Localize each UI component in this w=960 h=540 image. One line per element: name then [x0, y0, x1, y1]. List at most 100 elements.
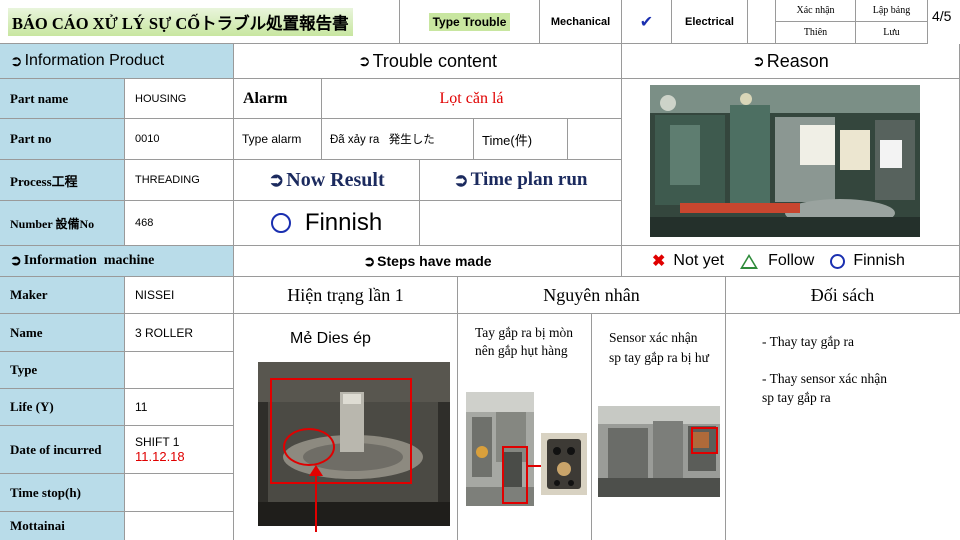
time-label: Time(件): [474, 119, 568, 160]
current-state-header: Hiện trạng lần 1: [234, 277, 458, 314]
type-alarm-label: Type alarm: [234, 119, 322, 160]
mottainai-label: Mottainai: [0, 512, 125, 540]
time-stop-label: Time stop(h): [0, 474, 125, 512]
cross-icon: ✖: [652, 253, 666, 270]
alarm-value: Lọt cǎn lá: [322, 79, 622, 119]
machine-photo-svg: [650, 85, 920, 237]
mottainai-value: [125, 512, 234, 540]
number-label: Number 設備No: [0, 201, 125, 246]
life-value: 11: [125, 389, 234, 426]
measure-2: - Thay sensor xác nhận sp tay gắp ra: [762, 371, 887, 405]
report-title: BÁO CÁO XỬ LÝ SỰ CỐトラブル処置報告書: [0, 0, 400, 44]
type-trouble-label: Type Trouble: [428, 12, 511, 31]
type-trouble-cell: Type Trouble: [400, 0, 540, 44]
highlight-circle: [283, 428, 335, 466]
legend-finnish: Finnish: [853, 252, 905, 269]
arrow-right-icon: ➲: [363, 252, 376, 269]
process-value: THREADING: [125, 160, 234, 201]
machine-photo: [650, 85, 920, 237]
mechanical-cell: Mechanical: [540, 0, 622, 44]
date-value: SHIFT 1 11.12.18: [125, 426, 234, 474]
created-name-text: Lưu: [883, 27, 900, 38]
type-value: [125, 352, 234, 389]
created-name: Lưu: [856, 22, 928, 44]
measure-1: - Thay tay gắp ra: [762, 334, 854, 349]
time-value: [568, 119, 622, 160]
time-plan-header: ➲ Time plan run: [420, 160, 622, 201]
steps-header: ➲ Steps have made: [234, 246, 622, 277]
triangle-icon: [740, 253, 759, 269]
process-label: Process工程: [0, 160, 125, 201]
created-label: Lập bảng: [856, 0, 928, 22]
incurred-date: 11.12.18: [135, 449, 185, 464]
current-state-text: Mẻ Dies ép: [290, 330, 371, 347]
confirm-name-text: Thiên: [803, 27, 828, 38]
confirm-label-text: Xác nhận: [796, 5, 835, 16]
part-name-value: HOUSING: [125, 79, 234, 119]
now-result-title: Now Result: [286, 168, 385, 191]
highlight-box: [270, 378, 412, 484]
cause-1-text: Tay gắp ra bị mòn nên gắp hụt hàng: [475, 325, 574, 358]
cause-2-text: Sensor xác nhận sp tay gắp ra bị hư: [609, 330, 709, 365]
occurred-label: Đã xảy ra 発生した: [322, 119, 474, 160]
electrical-label: Electrical: [685, 15, 734, 28]
maker-label: Maker: [0, 277, 125, 314]
info-product-title: Information Product: [24, 52, 165, 69]
trouble-content-title: Trouble content: [372, 50, 497, 71]
now-result-header: ➲ Now Result: [234, 160, 420, 201]
confirm-label: Xác nhận: [776, 0, 856, 22]
info-product-header: ➲ Information Product: [0, 44, 234, 79]
arrow-right-icon: ➲: [752, 53, 765, 70]
time-plan-value: [420, 201, 622, 246]
arrow-right-icon: ➲: [10, 253, 22, 269]
confirm-name: Thiên: [776, 22, 856, 44]
gripper-part-svg: [541, 433, 587, 495]
alarm-label: Alarm: [234, 79, 322, 119]
result-text: Finnish: [304, 209, 383, 236]
arrow-right-icon: ➲: [268, 169, 285, 191]
check-icon: ✔: [639, 13, 654, 31]
reason-title: Reason: [766, 50, 829, 71]
steps-title: Steps have made: [377, 253, 492, 269]
arrow-right-icon: ➲: [358, 53, 371, 70]
time-stop-value: [125, 474, 234, 512]
gripper-highlight: [502, 446, 528, 504]
mechanical-checkbox[interactable]: ✔: [622, 0, 672, 44]
gripper-part-photo: [541, 433, 587, 495]
part-no-label: Part no: [0, 119, 125, 160]
life-label: Life (Y): [0, 389, 125, 426]
number-value: 468: [125, 201, 234, 246]
arrow-line: [315, 472, 317, 532]
time-plan-title: Time plan run: [470, 169, 588, 190]
part-name-label: Part name: [0, 79, 125, 119]
electrical-cell: Electrical: [672, 0, 748, 44]
arrow-up-icon: [309, 465, 323, 476]
report-title-text: BÁO CÁO XỬ LÝ SỰ CỐトラブル処置報告書: [8, 7, 353, 36]
info-machine-title: Information machine: [23, 253, 155, 268]
part-no-value: 0010: [125, 119, 234, 160]
date-label: Date of incurred: [0, 426, 125, 474]
page-number: 4/5: [932, 8, 952, 24]
shift-text: SHIFT 1: [135, 435, 180, 449]
type-label: Type: [0, 352, 125, 389]
arrow-right-icon: ➲: [453, 169, 469, 190]
electrical-checkbox[interactable]: [748, 0, 776, 44]
name-value: 3 ROLLER: [125, 314, 234, 352]
trouble-content-header: ➲ Trouble content: [234, 44, 622, 79]
arrow-right-icon: ➲: [10, 53, 23, 70]
name-label: Name: [0, 314, 125, 352]
legend-follow: Follow: [768, 252, 815, 269]
sensor-highlight: [691, 427, 718, 454]
cause-header: Nguyên nhân: [458, 277, 726, 314]
circle-icon: [270, 213, 291, 233]
reason-header: ➲ Reason: [622, 44, 960, 79]
legend-not-yet: Not yet: [673, 252, 725, 269]
maker-value: NISSEI: [125, 277, 234, 314]
circle-icon: [830, 253, 846, 269]
info-machine-header: ➲ Information machine: [0, 246, 234, 277]
measure-header: Đối sách: [726, 277, 960, 314]
mechanical-label: Mechanical: [550, 15, 611, 28]
created-label-text: Lập bảng: [872, 5, 911, 16]
now-result-value: Finnish: [234, 201, 420, 246]
legend: ✖ Not yet Follow Finnish: [622, 246, 960, 277]
